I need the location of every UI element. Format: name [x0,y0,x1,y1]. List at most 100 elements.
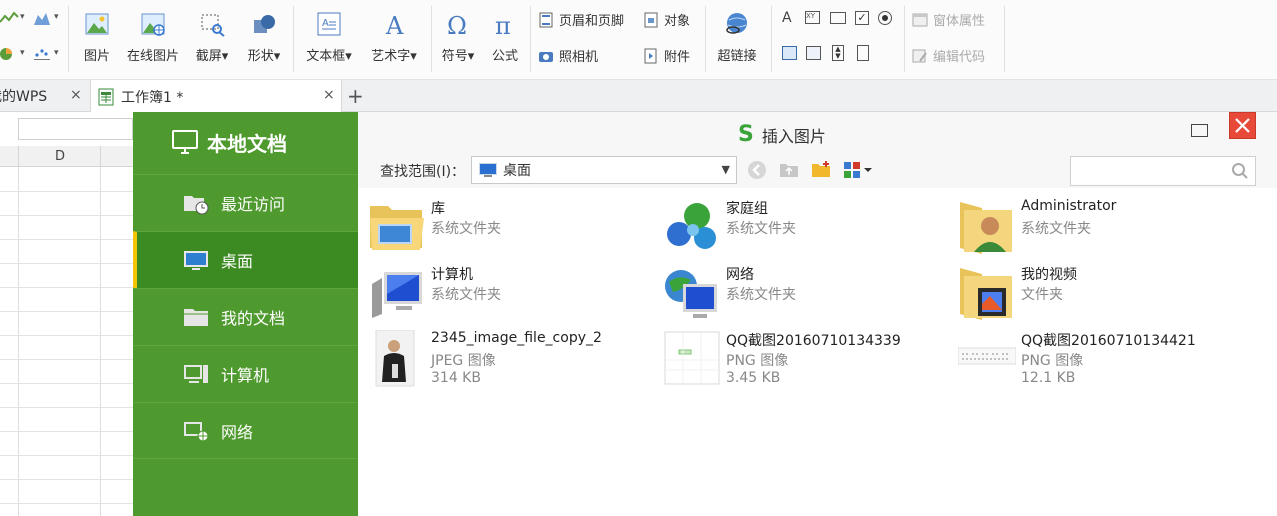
checkbox-control-icon[interactable]: ✓ [855,11,869,25]
plus-icon: + [347,84,364,108]
look-in-value: 桌面 [503,163,531,179]
grid-row-line [0,191,133,192]
grid-row-line [0,287,133,288]
dialog-titlebar[interactable]: S 插入图片 [358,112,1277,152]
hyperlink-button[interactable]: 超链接 [713,0,761,64]
label-control-icon[interactable]: A [782,10,792,26]
file-item-homegroup[interactable]: 家庭组 系统文件夹 [663,198,953,258]
online-picture-button[interactable]: 在线图片 [122,0,184,64]
formula-bar-input[interactable] [18,118,133,140]
attachment-button[interactable]: 附件 [643,46,690,65]
monitor-icon [172,130,198,154]
sidebar-item-network[interactable]: 网络 [133,402,358,459]
camera-label: 照相机 [559,50,599,65]
radio-control-icon[interactable] [878,11,892,25]
file-item-network[interactable]: 网络 系统文件夹 [663,264,953,324]
picture-button[interactable]: 图片 [80,0,114,64]
picture-label: 图片 [83,49,110,64]
file-item-administrator[interactable]: Administrator 系统文件夹 [958,198,1248,258]
location-sidebar: 本地文档 最近访问 桌面 我的文档 计算机 网络 [133,112,358,516]
ribbon-toolbar: ▾ ▾ ▾ ▾ 图片 在线图片 截屏▾ 形状▾ A 文本框▾ A 艺术字▾ Ω … [0,0,1277,80]
sidebar-item-my-documents[interactable]: 我的文档 [133,288,358,345]
edit-code-button[interactable]: 编辑代码 [912,46,985,65]
formula-label: 公式 [491,49,518,64]
scrollbar-control-icon[interactable] [857,45,869,61]
grid-row-line [0,383,133,384]
network-icon [184,421,209,441]
button-control-icon[interactable] [830,12,846,24]
chart-pie-icon[interactable] [0,46,16,62]
screenshot-button[interactable]: 截屏▾ [191,0,233,64]
sidebar-item-desktop[interactable]: 桌面 [133,231,358,288]
grid-row-line [0,215,133,216]
chart-scatter-icon[interactable] [33,46,51,62]
chevron-down-icon[interactable]: ▾ [54,12,59,22]
tab-workbook1[interactable]: 工作簿1 * × [90,80,342,113]
file-name: 我的视频 [1021,267,1077,283]
file-item-png-image-2[interactable]: QQ截图20160710134421 PNG 图像 12.1 KB [958,330,1248,390]
up-folder-button[interactable] [778,160,800,180]
search-input[interactable] [1070,156,1256,186]
file-type: PNG 图像 [1021,353,1084,369]
search-icon [1232,163,1248,179]
symbol-label: 符号▾ [441,49,475,64]
file-item-library[interactable]: 库 系统文件夹 [368,198,658,258]
file-item-my-videos[interactable]: 我的视频 文件夹 [958,264,1248,324]
chevron-down-icon[interactable]: ▾ [20,48,25,58]
desktop-icon [184,251,208,270]
close-icon[interactable]: × [70,87,82,103]
sidebar-item-label: 网络 [221,422,254,442]
tab-my-wps-label: 我的WPS [0,89,48,105]
chevron-down-icon[interactable]: ▾ [20,12,25,22]
combobox-control-icon[interactable] [806,46,821,60]
spin-control-icon[interactable]: ▲ ▼ [832,45,844,61]
column-header-d[interactable]: D [20,149,100,164]
camera-button[interactable]: 照相机 [538,46,598,65]
close-icon [1235,118,1250,133]
textbox-button[interactable]: A 文本框▾ [300,0,358,64]
listbox-control-icon[interactable] [782,46,797,60]
attachment-label: 附件 [664,50,691,65]
back-button[interactable] [746,160,768,180]
file-item-jpeg-image[interactable]: 2345_image_file_copy_2 JPEG 图像 314 KB [368,330,658,390]
sidebar-header: 本地文档 [133,112,358,172]
file-type: JPEG 图像 [431,353,496,369]
new-folder-button[interactable] [810,160,832,180]
window-properties-icon [912,13,928,26]
formula-button[interactable]: π 公式 [488,0,522,64]
symbol-button[interactable]: Ω 符号▾ [437,0,479,64]
chart-area-icon[interactable] [33,10,51,26]
file-item-png-image-1[interactable]: QQ截图20160710134339 PNG 图像 3.45 KB [663,330,953,390]
insert-picture-dialog: 本地文档 最近访问 桌面 我的文档 计算机 网络 S 插入图片 查找范围(I)：… [133,112,1277,516]
homegroup-icon [667,203,716,249]
file-type: 文件夹 [1021,287,1063,303]
window-properties-button[interactable]: 窗体属性 [912,10,985,29]
shapes-button[interactable]: 形状▾ [242,0,286,64]
view-menu-button[interactable] [842,160,876,180]
close-icon[interactable]: × [323,87,335,103]
sidebar-item-computer[interactable]: 计算机 [133,345,358,402]
sidebar-item-label: 最近访问 [221,195,286,214]
object-button[interactable]: 对象 [643,10,690,29]
chart-line-icon[interactable] [0,10,20,26]
close-button[interactable] [1229,112,1256,139]
file-type: 系统文件夹 [431,221,501,237]
sidebar-item-recent[interactable]: 最近访问 [133,174,358,231]
new-tab-button[interactable]: + [347,80,367,112]
video-folder-icon [960,268,1012,320]
library-folder-icon [370,206,424,250]
wordart-button[interactable]: A 艺术字▾ [365,0,423,64]
screenshot-icon [201,14,225,37]
tab-my-wps[interactable]: 我的WPS × [0,80,86,112]
desktop-icon [479,163,497,177]
groupbox-control-icon[interactable]: XY [805,11,820,24]
chevron-down-icon[interactable]: ▾ [54,48,59,58]
header-footer-label: 页眉和页脚 [559,14,625,29]
look-in-dropdown[interactable]: 桌面 ▼ [471,156,737,184]
look-in-label: 查找范围(I)： [380,164,466,180]
file-name: 2345_image_file_copy_2 [431,330,602,346]
file-item-computer[interactable]: 计算机 系统文件夹 [368,264,658,324]
network-globe-icon [665,270,717,318]
maximize-button[interactable] [1189,120,1211,142]
header-footer-button[interactable]: 页眉和页脚 [538,10,624,29]
